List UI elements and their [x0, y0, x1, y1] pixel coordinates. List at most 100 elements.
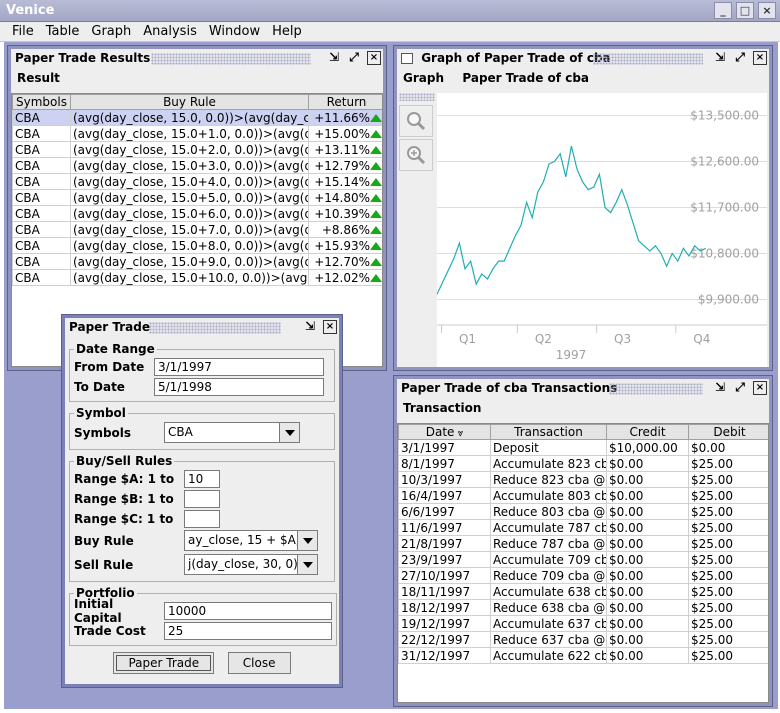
transactions-column-header[interactable]: Debit: [688, 424, 768, 440]
menu-file[interactable]: File: [6, 22, 40, 41]
table-row[interactable]: 21/8/1997 Reduce 787 cba @ $0.00 $25.00: [398, 535, 768, 552]
return-value: +12.70%: [314, 254, 370, 269]
buy-rule-cell: (avg(day_close, 15.0+1.0, 0.0))>(avg(da: [70, 125, 309, 142]
symbol-legend: Symbol: [76, 406, 126, 420]
trade-cost-field[interactable]: 25: [164, 621, 332, 640]
return-value: +11.66%: [314, 110, 370, 125]
table-row[interactable]: 3/1/1997 Deposit $10,000.00 $0.00: [398, 439, 768, 456]
credit-cell: $0.00: [606, 455, 689, 472]
menu-analysis[interactable]: Analysis: [137, 22, 203, 41]
table-row[interactable]: CBA (avg(day_close, 15.0+5.0, 0.0))>(avg(…: [12, 189, 382, 206]
debit-cell: $25.00: [688, 647, 768, 664]
close-icon[interactable]: ×: [367, 51, 381, 65]
zoom-icon[interactable]: [399, 105, 433, 137]
table-row[interactable]: CBA (avg(day_close, 15.0, 0.0))>(avg(day_…: [12, 109, 382, 126]
iconify-icon[interactable]: ⇲: [713, 51, 727, 65]
table-row[interactable]: 18/12/1997 Reduce 638 cba @ $0.00 $25.00: [398, 599, 768, 616]
maximize-icon[interactable]: □: [736, 2, 754, 19]
iconify-icon[interactable]: ⇲: [303, 320, 317, 334]
menu-help[interactable]: Help: [266, 22, 308, 41]
debit-cell: $25.00: [688, 615, 768, 632]
table-row[interactable]: CBA (avg(day_close, 15.0+7.0, 0.0))>(avg(…: [12, 221, 382, 238]
chevron-down-icon[interactable]: [297, 555, 317, 574]
graph-window-icon: [401, 53, 413, 64]
close-icon[interactable]: ×: [323, 320, 337, 334]
rules-legend: Buy/Sell Rules: [76, 454, 173, 468]
maximize-icon[interactable]: ⤢: [733, 381, 747, 395]
iconify-icon[interactable]: ⇲: [327, 51, 341, 65]
results-column-header[interactable]: Symbols: [12, 94, 71, 110]
minimize-icon[interactable]: _: [714, 2, 732, 19]
sell-rule-combo[interactable]: j(day_close, 30, 0): [184, 554, 318, 575]
initial-capital-field[interactable]: 10000: [164, 601, 332, 620]
graph-menu-paper-trade[interactable]: Paper Trade of cba: [462, 71, 589, 85]
maximize-icon[interactable]: ⤢: [347, 51, 361, 65]
table-row[interactable]: 27/10/1997 Reduce 709 cba @ $0.00 $25.00: [398, 567, 768, 584]
transactions-column-header[interactable]: Credit: [606, 424, 689, 440]
paper-trade-titlebar[interactable]: Paper Trade ⇲ ×: [65, 318, 339, 338]
table-row[interactable]: 8/1/1997 Accumulate 823 cb $0.00 $25.00: [398, 455, 768, 472]
transactions-column-header[interactable]: Date ⩔: [398, 424, 491, 440]
table-row[interactable]: CBA (avg(day_close, 15.0+6.0, 0.0))>(avg(…: [12, 205, 382, 222]
buy-rule-cell: (avg(day_close, 15.0+10.0, 0.0))>(avg(d: [70, 269, 309, 286]
table-row[interactable]: 18/11/1997 Accumulate 638 cb $0.00 $25.00: [398, 583, 768, 600]
buy-rule-combo[interactable]: ay_close, 15 + $A,: [184, 530, 318, 551]
y-tick-label: $10,800.00: [690, 246, 759, 260]
table-row[interactable]: 6/6/1997 Reduce 803 cba @ $0.00 $25.00: [398, 503, 768, 520]
from-date-field[interactable]: 3/1/1997: [154, 357, 324, 376]
table-row[interactable]: CBA (avg(day_close, 15.0+2.0, 0.0))>(avg(…: [12, 141, 382, 158]
iconify-icon[interactable]: ⇲: [713, 381, 727, 395]
table-row[interactable]: 23/9/1997 Accumulate 709 cb $0.00 $25.00: [398, 551, 768, 568]
maximize-icon[interactable]: ⤢: [733, 51, 747, 65]
table-row[interactable]: CBA (avg(day_close, 15.0+3.0, 0.0))>(avg(…: [12, 157, 382, 174]
results-titlebar[interactable]: Paper Trade Results ⇲ ⤢ ×: [11, 49, 383, 69]
graph-menu-graph[interactable]: Graph: [403, 71, 444, 85]
buy-rule-value: ay_close, 15 + $A,: [188, 533, 297, 547]
results-column-header[interactable]: Buy Rule: [70, 94, 309, 110]
date-cell: 10/3/1997: [398, 471, 491, 488]
chevron-down-icon[interactable]: [297, 531, 317, 550]
menu-table[interactable]: Table: [40, 22, 86, 41]
close-icon[interactable]: ×: [758, 2, 776, 19]
results-menu[interactable]: Result: [11, 69, 383, 87]
buy-rule-cell: (avg(day_close, 15.0+2.0, 0.0))>(avg(da: [70, 141, 309, 158]
return-cell: +15.93%: [308, 237, 382, 254]
transaction-cell: Accumulate 787 cb: [490, 519, 607, 536]
credit-cell: $10,000.00: [606, 439, 689, 456]
table-row[interactable]: 31/12/1997 Accumulate 622 cb $0.00 $25.00: [398, 647, 768, 664]
close-icon[interactable]: ×: [753, 51, 767, 65]
zoom-in-icon[interactable]: [399, 139, 433, 171]
transactions-column-header[interactable]: Transaction: [490, 424, 607, 440]
debit-cell: $25.00: [688, 519, 768, 536]
table-row[interactable]: CBA (avg(day_close, 15.0+4.0, 0.0))>(avg(…: [12, 173, 382, 190]
table-row[interactable]: CBA (avg(day_close, 15.0+10.0, 0.0))>(avg…: [12, 269, 382, 286]
menu-graph[interactable]: Graph: [85, 22, 137, 41]
table-row[interactable]: 19/12/1997 Accumulate 637 cb $0.00 $25.00: [398, 615, 768, 632]
close-icon[interactable]: ×: [753, 381, 767, 395]
paper-trade-button[interactable]: Paper Trade: [113, 652, 215, 674]
range-c-field[interactable]: [184, 509, 220, 528]
close-button[interactable]: Close: [227, 652, 291, 674]
symbol-cell: CBA: [12, 157, 71, 174]
table-row[interactable]: 22/12/1997 Reduce 637 cba @ $0.00 $25.00: [398, 631, 768, 648]
symbols-combo[interactable]: CBA: [164, 422, 300, 443]
menu-window[interactable]: Window: [203, 22, 266, 41]
table-row[interactable]: CBA (avg(day_close, 15.0+1.0, 0.0))>(avg(…: [12, 125, 382, 142]
table-row[interactable]: CBA (avg(day_close, 15.0+8.0, 0.0))>(avg(…: [12, 237, 382, 254]
graph-titlebar[interactable]: Graph of Paper Trade of cba ⇲ ⤢ ×: [397, 49, 769, 69]
range-b-field[interactable]: [184, 489, 220, 508]
to-date-field[interactable]: 5/1/1998: [154, 377, 324, 396]
buy-rule-cell: (avg(day_close, 15.0+3.0, 0.0))>(avg(da: [70, 157, 309, 174]
range-a-field[interactable]: 10: [184, 469, 220, 488]
table-row[interactable]: 11/6/1997 Accumulate 787 cb $0.00 $25.00: [398, 519, 768, 536]
return-value: +12.02%: [314, 270, 370, 285]
transactions-titlebar[interactable]: Paper Trade of cba Transactions ⇲ ⤢ ×: [397, 379, 769, 399]
transactions-menu[interactable]: Transaction: [397, 399, 769, 417]
table-row[interactable]: CBA (avg(day_close, 15.0+9.0, 0.0))>(avg(…: [12, 253, 382, 270]
x-tick-label: Q1: [459, 332, 476, 346]
chevron-down-icon[interactable]: [279, 423, 299, 442]
table-row[interactable]: 16/4/1997 Accumulate 803 cb $0.00 $25.00: [398, 487, 768, 504]
symbol-cell: CBA: [12, 253, 71, 270]
results-column-header[interactable]: Return: [308, 94, 382, 110]
table-row[interactable]: 10/3/1997 Reduce 823 cba @ $0.00 $25.00: [398, 471, 768, 488]
